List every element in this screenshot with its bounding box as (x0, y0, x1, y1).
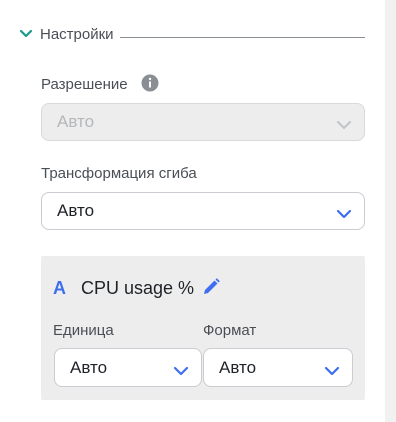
fold-transform-select[interactable]: Авто (41, 192, 365, 230)
chevron-down-icon[interactable] (18, 26, 34, 42)
chevron-down-icon (324, 362, 340, 375)
unit-value: Авто (70, 357, 108, 377)
section-title: Настройки (40, 25, 114, 43)
chevron-down-icon (173, 362, 189, 375)
resolution-label: Разрешение (41, 76, 128, 93)
section-divider (119, 36, 365, 38)
chevron-down-icon (336, 116, 352, 129)
fold-transform-value: Авто (57, 201, 95, 220)
format-label: Формат (203, 322, 257, 339)
info-icon[interactable] (141, 74, 159, 92)
unit-select[interactable]: Авто (54, 348, 202, 387)
format-value: Авто (219, 357, 257, 377)
resolution-select: Авто (41, 103, 365, 141)
fold-transform-label: Трансформация сгиба (41, 165, 197, 182)
panel-scroll-edge (385, 0, 396, 422)
resolution-value: Авто (57, 112, 95, 131)
pencil-icon[interactable] (201, 277, 221, 297)
format-select[interactable]: Авто (203, 348, 353, 387)
unit-label: Единица (53, 322, 114, 339)
series-name: CPU usage % (81, 278, 195, 298)
chevron-down-icon (336, 205, 352, 219)
series-panel: A CPU usage % Единица Формат Авто Авто (41, 256, 365, 400)
settings-section-header[interactable]: Настройки (18, 24, 365, 44)
series-type-icon: A (53, 278, 66, 298)
